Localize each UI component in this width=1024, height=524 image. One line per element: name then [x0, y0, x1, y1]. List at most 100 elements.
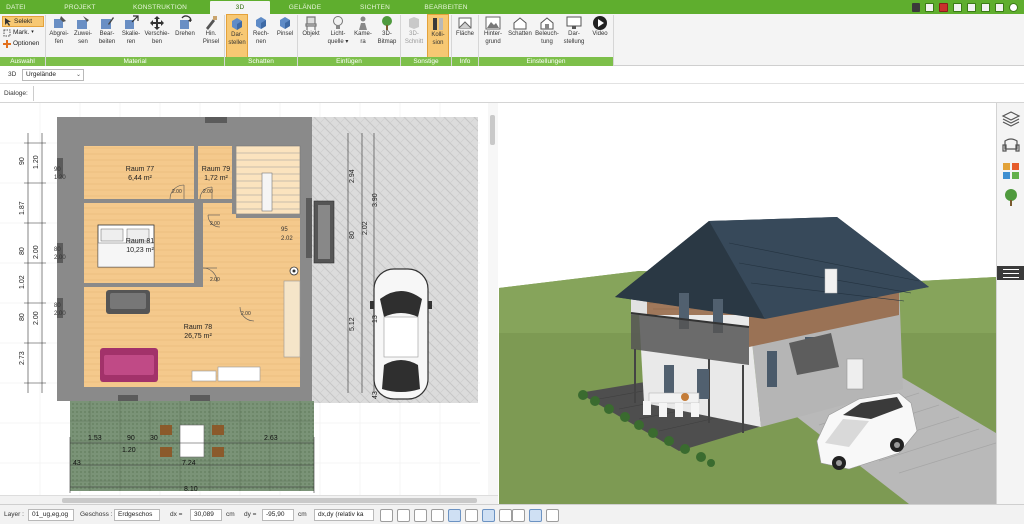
armchair-icon — [1002, 138, 1020, 152]
svg-text:2.00: 2.00 — [210, 221, 220, 227]
room-77-area: 6,44 m² — [128, 175, 152, 182]
group-label-sonstige: Sonstige — [401, 57, 451, 66]
snap-icon[interactable] — [431, 509, 444, 522]
tab-datei[interactable]: DATEI — [2, 2, 30, 14]
help-icon[interactable] — [1009, 2, 1018, 12]
dx-input[interactable]: 30,089 — [190, 509, 222, 521]
dialog-toolbar: Dialoge: — [0, 84, 1024, 103]
group-label-schatten: Schatten — [225, 57, 297, 66]
lightbulb-icon — [333, 16, 343, 29]
svg-text:80: 80 — [54, 303, 61, 309]
collision-button[interactable]: Kolli- sion — [427, 14, 449, 58]
tab-sichten[interactable]: SICHTEN — [355, 2, 395, 14]
tab-bearbeiten[interactable]: BEARBEITEN — [420, 2, 472, 14]
background-icon — [485, 16, 501, 30]
show-shadow-button[interactable]: Dar- stellen — [226, 14, 248, 58]
insert-light-button[interactable]: Licht- quelle ▾ — [325, 14, 351, 58]
compute-shadow-button[interactable]: Rech- nen — [250, 14, 272, 58]
select-label: Selekt — [14, 18, 33, 25]
video-button[interactable]: Video — [589, 14, 611, 58]
furniture-catalog-button[interactable] — [1001, 135, 1021, 155]
svg-text:80: 80 — [54, 247, 61, 253]
grid-icon[interactable] — [512, 509, 525, 522]
move-material-button[interactable]: Verschie- ben — [144, 14, 170, 58]
sidebar-toggle-handle[interactable] — [997, 266, 1024, 280]
floor-plan-canvas[interactable]: 2.00 2.00 2.00 2.00 2.00 Raum 77 6,44 m²… — [0, 103, 498, 495]
room-81-area: 10,23 m² — [126, 247, 154, 254]
select-button[interactable]: Selekt — [2, 16, 44, 27]
background-button[interactable]: Hinter- grund — [481, 14, 505, 58]
coordinate-mode-select[interactable]: dx,dy (relativ ka — [314, 509, 374, 521]
tree-icon — [1005, 189, 1017, 206]
insert-camera-button[interactable]: Kame- ra — [352, 14, 374, 58]
shadow-settings-button[interactable]: Schatten — [507, 14, 533, 58]
display-button[interactable]: Dar- stellung — [561, 14, 587, 58]
search-icon[interactable] — [981, 2, 990, 12]
cube-compute-icon — [256, 17, 266, 29]
save-icon[interactable] — [925, 2, 934, 12]
clock-icon[interactable] — [380, 509, 393, 522]
area-icon — [458, 17, 472, 29]
rotate-material-button[interactable]: Drehen — [172, 14, 198, 58]
mark-button[interactable]: Mark. ▾ — [2, 27, 44, 38]
color-palette-icon — [1003, 163, 1019, 179]
svg-text:95: 95 — [281, 227, 288, 233]
insert-3d-bitmap-button[interactable]: 3D- Bitmap — [376, 14, 398, 58]
insert-object-button[interactable]: Objekt — [300, 14, 322, 58]
svg-text:2.00: 2.00 — [54, 255, 66, 261]
pick-material-button[interactable]: Abgrei- fen — [48, 14, 70, 58]
svg-text:2.73: 2.73 — [19, 351, 26, 365]
ortho-icon[interactable] — [482, 509, 495, 522]
dy-input[interactable]: -95,90 — [262, 509, 294, 521]
hint-brush-button[interactable]: Hin. Pinsel — [200, 14, 222, 58]
room-81-name: Raum 81 — [126, 238, 155, 245]
scale-material-button[interactable]: Skalie- ren — [120, 14, 142, 58]
plants-catalog-button[interactable] — [1001, 187, 1021, 207]
3d-section-button[interactable]: 3D- Schnitt — [403, 14, 425, 58]
edit-material-button[interactable]: Bear- beiten — [96, 14, 118, 58]
monitor-icon[interactable] — [397, 509, 410, 522]
3d-render-canvas[interactable] — [499, 103, 996, 504]
layer-select[interactable]: 01_ug,eg,og — [28, 509, 74, 521]
options-button[interactable]: Optionen — [2, 38, 44, 49]
floor-select[interactable]: Erdgeschos — [114, 509, 160, 521]
camera-icon[interactable] — [414, 509, 427, 522]
shadow-brush-button[interactable]: Pinsel — [274, 14, 296, 58]
dy-unit: cm — [298, 511, 307, 518]
terrain-select[interactable]: Urgelände ⌄ — [22, 69, 84, 81]
settings-icon[interactable] — [995, 2, 1004, 12]
undo-icon[interactable] — [953, 2, 962, 12]
north-icon[interactable] — [529, 509, 542, 522]
floor-plan-view[interactable]: 2.00 2.00 2.00 2.00 2.00 Raum 77 6,44 m²… — [0, 103, 498, 495]
line-icon[interactable] — [465, 509, 478, 522]
mark-label: Mark. — [13, 29, 30, 36]
tab-konstruktion[interactable]: KONSTRUKTION — [130, 2, 190, 14]
room-79-name: Raum 79 — [202, 166, 231, 173]
plan-horizontal-scrollbar[interactable] — [0, 495, 498, 504]
layers-small-icon[interactable] — [499, 509, 512, 522]
tools-icon[interactable] — [912, 2, 920, 12]
svg-text:1.20: 1.20 — [122, 447, 136, 454]
svg-text:80: 80 — [349, 231, 356, 239]
assign-material-button[interactable]: Zuwei- sen — [72, 14, 94, 58]
materials-catalog-button[interactable] — [1001, 161, 1021, 181]
camera-person-icon — [359, 16, 367, 30]
room-77-name: Raum 77 — [126, 166, 155, 173]
redo-icon[interactable] — [967, 2, 976, 12]
lighting-button[interactable]: Beleuch- tung — [535, 14, 559, 58]
brush-icon — [206, 16, 217, 30]
area-button[interactable]: Fläche — [454, 14, 476, 58]
print-icon[interactable] — [939, 2, 948, 12]
cursor-icon — [5, 17, 11, 26]
layers-button[interactable] — [1001, 109, 1021, 129]
cursor-mode-icon[interactable] — [546, 509, 559, 522]
plan-vertical-scrollbar[interactable] — [488, 103, 498, 495]
tab-3d[interactable]: 3D — [210, 1, 270, 15]
angle-icon[interactable] — [448, 509, 461, 522]
tab-projekt[interactable]: PROJEKT — [60, 2, 100, 14]
layer-label: Layer : — [4, 511, 24, 518]
mark-icon — [3, 29, 11, 36]
3d-view[interactable] — [499, 103, 996, 504]
svg-text:1.20: 1.20 — [54, 175, 66, 181]
tab-gelaende[interactable]: GELÄNDE — [280, 2, 330, 14]
